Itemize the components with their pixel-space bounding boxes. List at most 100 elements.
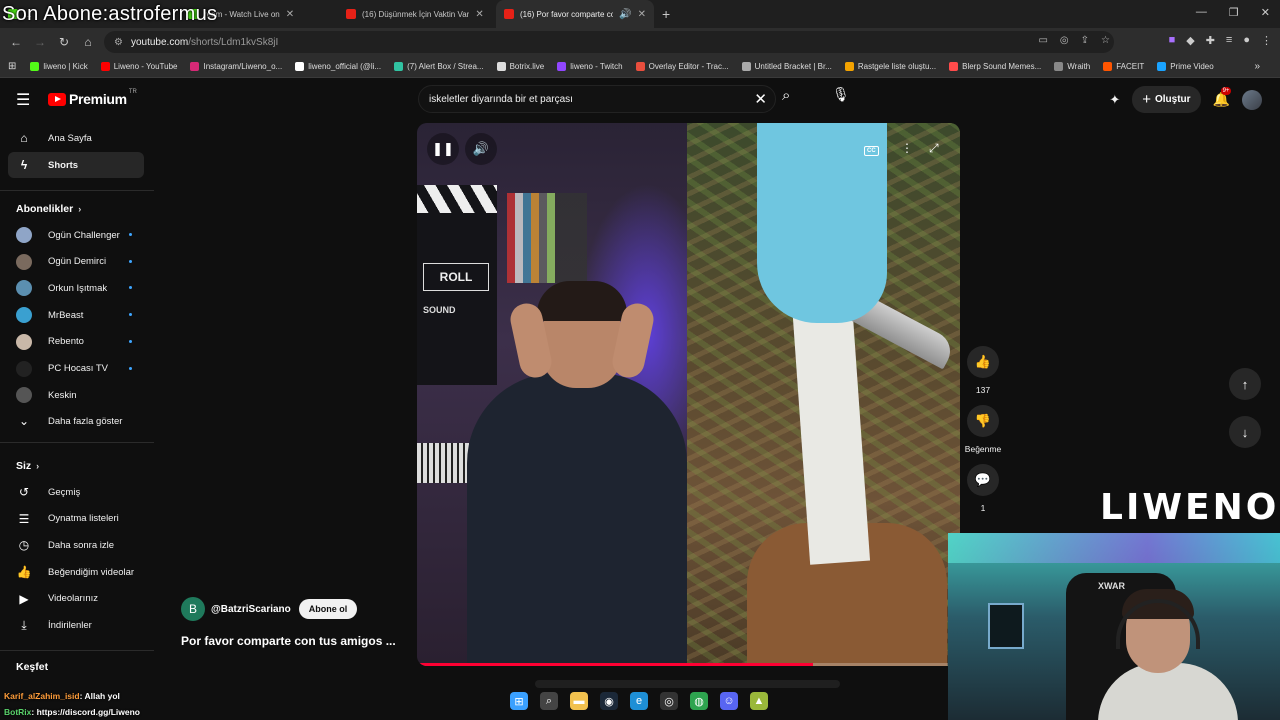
bookmark-item[interactable]: Botrix.live (496, 62, 544, 71)
cast-settings-icon[interactable]: ✦ (1109, 92, 1120, 108)
more-options-icon[interactable]: ⋮ (901, 141, 913, 155)
windows-icon[interactable]: ⊞ (510, 692, 528, 710)
new-content-dot (129, 233, 132, 236)
short-title[interactable]: Por favor comparte con tus amigos ... (181, 634, 396, 648)
home-browser-icon[interactable]: ⌂ (76, 35, 100, 49)
next-short-button[interactable]: ↓ (1229, 416, 1261, 448)
bookmark-item[interactable]: liweno | Kick (30, 62, 88, 71)
bookmark-item[interactable]: Rastgele liste oluştu... (844, 62, 936, 71)
sidebar-item-home[interactable]: ⌂ Ana Sayfa (8, 125, 144, 151)
media-icon[interactable]: ≡ (1226, 34, 1232, 47)
obs-icon[interactable]: ◎ (660, 692, 678, 710)
browser-tab[interactable]: (16) Düşünmek İçin Vaktin Var ✕ (338, 0, 496, 28)
subscriptions-heading[interactable]: Abonelikler › (16, 203, 81, 215)
channel-name[interactable]: @BatzriScariano (211, 604, 291, 615)
you-heading[interactable]: Siz › (16, 460, 39, 472)
bookmark-label: Blerp Sound Memes... (962, 62, 1042, 71)
sidebar-item-you[interactable]: 👍 Beğendiğim videolar (8, 559, 144, 585)
bookmark-star-icon[interactable]: ☆ (1101, 35, 1110, 46)
forward-icon[interactable]: → (28, 35, 52, 49)
eye-off-icon[interactable]: ◎ (1060, 35, 1069, 46)
bookmark-item[interactable]: Untitled Bracket | Br... (741, 62, 832, 71)
subscribe-button[interactable]: Abone ol (298, 599, 358, 619)
captions-icon[interactable]: CC (864, 141, 879, 156)
bookmark-item[interactable]: liweno_official (@li... (295, 62, 381, 71)
discord-icon[interactable]: ☺ (720, 692, 738, 710)
volume-icon[interactable]: 🔊 (465, 133, 497, 165)
thumbs-down-icon[interactable]: 👎 (967, 405, 999, 437)
sidebar-item-subscription[interactable]: Orkun Işıtmak (8, 275, 144, 301)
video-progress-bar[interactable] (417, 663, 960, 666)
search-icon[interactable]: ⌕ (782, 87, 790, 104)
sidebar-item-subscription[interactable]: PC Hocası TV (8, 356, 144, 382)
bookmark-item[interactable]: Instagram/Liweno_o... (190, 62, 282, 71)
apps-grid-icon[interactable]: ⊞ (8, 61, 16, 72)
bookmark-label: Wraith (1067, 62, 1091, 71)
sidebar-item-you[interactable]: ↺ Geçmiş (8, 479, 144, 505)
account-avatar[interactable] (1242, 89, 1262, 110)
puzzle-icon[interactable]: ✚ (1206, 34, 1215, 47)
sidebar-item-subscription[interactable]: Ogün Challenger (8, 222, 144, 248)
cast-icon[interactable]: ▭ (1038, 35, 1047, 46)
sidebar-item-you[interactable]: ☰ Oynatma listeleri (8, 506, 144, 532)
close-icon[interactable]: ✕ (286, 9, 294, 20)
minimize-icon[interactable]: — (1196, 6, 1207, 19)
search-icon[interactable]: ⌕ (540, 692, 558, 710)
extension-icon[interactable]: ■ (1169, 34, 1176, 47)
bookmarks-more-icon[interactable]: » (1254, 61, 1260, 72)
channel-avatar[interactable]: B (181, 597, 205, 621)
share-icon[interactable]: ⇪ (1081, 35, 1089, 46)
thumbs-up-icon[interactable]: 👍 (967, 346, 999, 378)
restore-icon[interactable]: ❐ (1229, 6, 1239, 19)
sidebar-item-shorts[interactable]: ϟ Shorts (8, 152, 144, 178)
youtube-premium-logo[interactable]: Premium TR (48, 89, 137, 107)
create-button[interactable]: + Oluştur (1132, 86, 1201, 113)
previous-short-button[interactable]: ↑ (1229, 368, 1261, 400)
short-video-player[interactable]: ROLL SOUND ❚❚ 🔊 CC ⋮ ⤢ (417, 123, 960, 666)
app-icon[interactable]: ▲ (750, 692, 768, 710)
search-input[interactable]: iskeletler diyarında bir et parçası ✕ (418, 85, 776, 113)
clear-search-icon[interactable]: ✕ (754, 90, 767, 108)
comment-icon[interactable]: 💬 (967, 464, 999, 496)
bookmark-item[interactable]: Blerp Sound Memes... (949, 62, 1041, 71)
back-icon[interactable]: ← (4, 35, 28, 49)
sidebar-item-you[interactable]: ⤓ İndirilenler (8, 613, 144, 639)
url-input[interactable]: ⚙ youtube.com/shorts/Ldm1kvSk8jI (104, 31, 1114, 53)
close-icon[interactable]: ✕ (638, 9, 646, 20)
extension-icon[interactable]: ◆ (1186, 34, 1194, 47)
microphone-icon[interactable]: 🎙 (832, 86, 850, 103)
steam-icon[interactable]: ◉ (600, 692, 618, 710)
close-icon[interactable]: ✕ (475, 9, 483, 20)
bookmark-item[interactable]: (7) Alert Box / Strea... (394, 62, 484, 71)
sidebar-item-you[interactable]: ◷ Daha sonra izle (8, 532, 144, 558)
sidebar-item-subscription[interactable]: MrBeast (8, 302, 144, 328)
bookmark-item[interactable]: Wraith (1054, 62, 1090, 71)
browser-tab-active[interactable]: (16) Por favor comparte co 🔊 ✕ (496, 0, 654, 28)
site-info-icon[interactable]: ⚙ (114, 37, 123, 48)
bookmark-item[interactable]: FACEIT (1103, 62, 1144, 71)
bookmark-label: Liweno - YouTube (113, 62, 178, 71)
fullscreen-icon[interactable]: ⤢ (929, 141, 939, 156)
bookmark-item[interactable]: Prime Video (1157, 62, 1214, 71)
menu-icon[interactable]: ☰ (16, 90, 30, 110)
close-window-icon[interactable]: ✕ (1261, 6, 1270, 19)
show-more-button[interactable]: ⌄ Daha fazla göster (8, 408, 144, 434)
sidebar-item-you[interactable]: ▶ Videolarınız (8, 586, 144, 612)
folder-icon[interactable]: ▬ (570, 692, 588, 710)
chrome-icon[interactable]: ◍ (690, 692, 708, 710)
profile-icon[interactable]: ● (1243, 34, 1250, 47)
edge-icon[interactable]: e (630, 692, 648, 710)
speaker-icon[interactable]: 🔊 (619, 9, 631, 20)
sidebar-item-subscription[interactable]: Rebento (8, 329, 144, 355)
new-tab-button[interactable]: + (654, 0, 678, 28)
sidebar-item-subscription[interactable]: Ogün Demirci (8, 249, 144, 275)
notifications-bell-icon[interactable]: 🔔 9+ (1213, 87, 1232, 108)
bookmark-item[interactable]: Liweno - YouTube (100, 62, 178, 71)
pause-icon[interactable]: ❚❚ (427, 133, 459, 165)
sidebar-item-subscription[interactable]: Keskin (8, 382, 144, 408)
menu-dots-icon[interactable]: ⋮ (1261, 34, 1272, 47)
bookmark-item[interactable]: Overlay Editor - Trac... (635, 62, 729, 71)
bookmark-item[interactable]: liweno - Twitch (557, 62, 623, 71)
reload-icon[interactable]: ↻ (52, 35, 76, 49)
like-icon: 👍 (16, 565, 32, 580)
